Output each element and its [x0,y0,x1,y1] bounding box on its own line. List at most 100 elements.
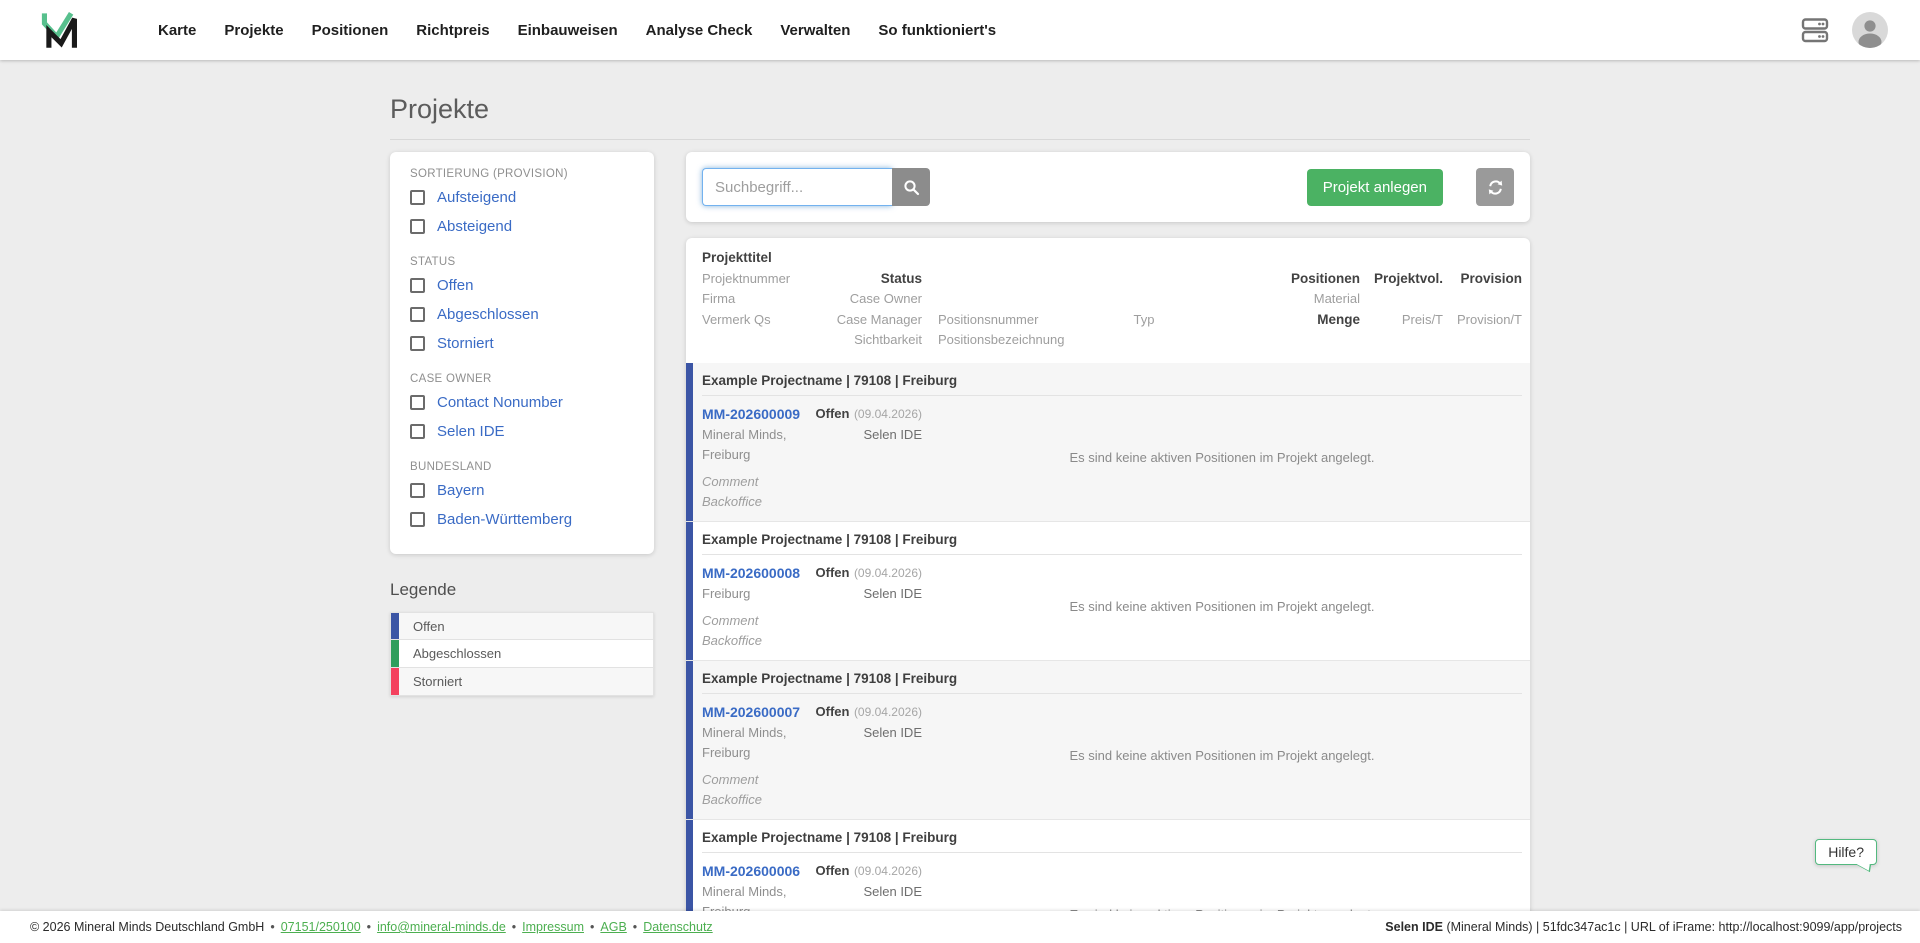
project-number-link[interactable]: MM-202600007 [702,701,800,723]
col-positionsnummer: Positionsnummer [938,311,1039,327]
col-sichtbarkeit: Sichtbarkeit [854,332,922,347]
filter-card: SORTIERUNG (PROVISION) Aufsteigend Abstei… [390,152,654,554]
legend: Offen Abgeschlossen Storniert [390,612,654,696]
legend-title: Legende [390,580,457,599]
filter-option[interactable]: Bayern [410,476,634,505]
nav-item[interactable]: Einbauweisen [518,22,618,39]
server-status-button[interactable] [1800,15,1830,45]
footer-link[interactable]: AGB [600,920,626,934]
refresh-button[interactable] [1476,168,1514,206]
table-row: Example Projectname | 79108 | Freiburg M… [686,521,1530,661]
legend-color-bar [391,668,399,695]
col-case-manager: Case Manager [836,311,922,327]
col-provision-t: Provision/T [1456,311,1522,327]
nav-item[interactable]: Analyse Check [646,22,753,39]
page-title: Projekte [390,94,490,124]
help-bubble-tail [1856,857,1872,873]
filter-option[interactable]: Baden-Württemberg [410,505,634,534]
checkbox[interactable] [410,219,425,234]
filter-option[interactable]: Selen IDE [410,417,634,446]
checkbox[interactable] [410,512,425,527]
col-positionsbezeichnung: Positionsbezeichnung [938,332,1065,347]
col-status: Status [880,270,922,286]
legend-label: Abgeschlossen [413,646,502,661]
footer-session-info: Selen IDE (Mineral Minds) | 51fdc347ac1c… [1385,920,1902,934]
filter-section-sortierung: SORTIERUNG (PROVISION) Aufsteigend Abstei… [410,168,634,241]
project-company: Mineral Minds, [702,724,787,740]
checkbox[interactable] [410,483,425,498]
footer-link[interactable]: 07151/250100 [281,920,361,934]
col-typ: Typ [1133,311,1155,327]
project-status: Offen (09.04.2026) [815,564,922,580]
checkbox[interactable] [410,307,425,322]
filter-section-title: SORTIERUNG (PROVISION) [410,168,568,180]
project-case-owner: Selen IDE [863,426,922,442]
filter-section-case-owner: CASE OWNER Contact Nonumber Selen IDE [410,373,634,446]
filter-section-bundesland: BUNDESLAND Bayern Baden-Württemberg [410,461,634,534]
user-menu-button[interactable] [1852,12,1888,48]
person-icon [1858,20,1882,48]
checkbox[interactable] [410,395,425,410]
footer-link[interactable]: Datenschutz [643,920,712,934]
filter-option-label: Storniert [437,335,494,352]
toolbar-card: Projekt anlegen [686,152,1530,222]
filter-section-status: STATUS Offen Abgeschlossen Storniert [410,256,634,358]
project-number-link[interactable]: MM-202600006 [702,860,800,882]
project-number-link[interactable]: MM-202600008 [702,562,800,584]
nav-item[interactable]: Richtpreis [416,22,489,39]
main-area: Projekt anlegen Projekttite [686,152,1530,943]
col-preis-t: Preis/T [1401,311,1443,327]
project-title: Example Projectname | 79108 | Freiburg [702,825,1522,853]
nav-item[interactable]: Projekte [224,22,283,39]
project-comment: Comment [702,612,759,628]
page-content: Projekte SORTIERUNG (PROVISION) Aufsteig… [390,60,1530,943]
search-icon [903,179,919,195]
mineral-minds-logo-icon[interactable] [40,10,80,50]
checkbox[interactable] [410,278,425,293]
project-number-link[interactable]: MM-202600009 [702,403,800,425]
filter-option[interactable]: Abgeschlossen [410,300,634,329]
legend-item: Abgeschlossen [390,640,654,668]
no-positions-message: Es sind keine aktiven Positionen im Proj… [1069,598,1375,614]
project-title: Example Projectname | 79108 | Freiburg [702,666,1522,694]
filter-option[interactable]: Absteigend [410,212,634,241]
separator-dot: • [632,920,638,934]
nav-item[interactable]: Verwalten [780,22,850,39]
legend-item: Offen [390,612,654,640]
col-provision: Provision [1460,270,1522,286]
legend-label: Offen [413,618,445,634]
col-projekttitel: Projekttitel [702,250,772,265]
checkbox[interactable] [410,190,425,205]
search-group [702,168,930,206]
title-divider [390,139,1530,140]
nav-item[interactable]: Positionen [312,22,389,39]
help-button[interactable]: Hilfe? [1815,839,1877,873]
separator-dot: • [366,920,372,934]
nav-item[interactable]: So funktioniert's [878,22,996,39]
projects-table: Projekttitel Projektnummer Status Positi… [686,238,1530,943]
filter-sidebar: SORTIERUNG (PROVISION) Aufsteigend Abstei… [390,152,654,696]
separator-dot: • [270,920,275,934]
filter-option-label: Aufsteigend [437,189,517,206]
filter-option[interactable]: Aufsteigend [410,183,634,212]
checkbox[interactable] [410,424,425,439]
nav-item[interactable]: Karte [158,22,196,39]
filter-option[interactable]: Contact Nonumber [410,388,634,417]
filter-section-title: BUNDESLAND [410,461,492,473]
filter-section-title: STATUS [410,256,456,268]
create-project-button[interactable]: Projekt anlegen [1306,168,1443,206]
project-title: Example Projectname | 79108 | Freiburg [702,368,1522,396]
col-vermerk-qs: Vermerk Qs [702,311,771,327]
search-button[interactable] [892,168,930,206]
checkbox[interactable] [410,336,425,351]
filter-option[interactable]: Storniert [410,329,634,358]
session-details: (Mineral Minds) | 51fdc347ac1c | URL of … [1442,920,1902,934]
search-input[interactable] [702,168,892,206]
project-city: Freiburg [702,744,751,760]
legend-label: Storniert [413,674,463,689]
footer-link[interactable]: info@mineral-minds.de [377,920,506,934]
filter-option[interactable]: Offen [410,271,634,300]
filter-option-label: Contact Nonumber [437,394,563,411]
nav-right [1800,12,1888,48]
footer-link[interactable]: Impressum [522,920,584,934]
